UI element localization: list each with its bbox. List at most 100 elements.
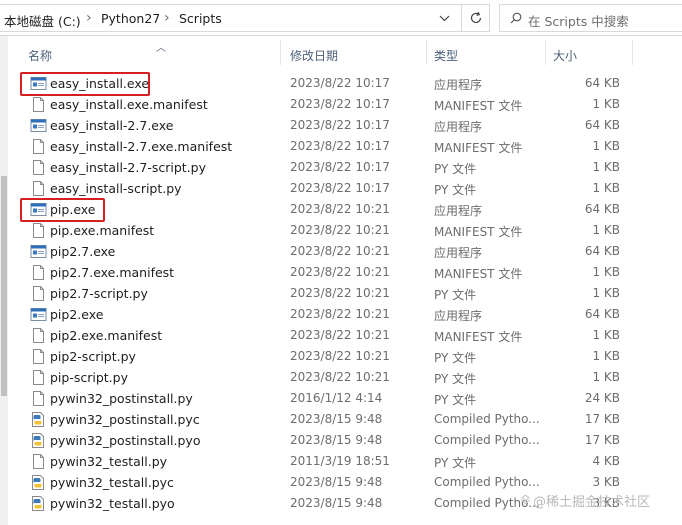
file-row[interactable]: pip-script.py 2023/8/22 10:21 PY 文件 1 KB: [8, 367, 682, 388]
file-name: pywin32_postinstall.pyo: [50, 433, 201, 448]
file-name: pywin32_postinstall.pyc: [50, 412, 200, 427]
refresh-icon[interactable]: [461, 4, 490, 32]
file-row[interactable]: pip2.7.exe.manifest 2023/8/22 10:21 MANIFE…: [8, 262, 682, 283]
file-modified-date: 2023/8/22 10:21: [290, 265, 390, 279]
exe-icon: [30, 306, 47, 323]
file-type: 应用程序: [434, 309, 483, 323]
file-type: Compiled Pytho...: [434, 412, 540, 426]
exe-icon: [30, 117, 47, 134]
file-modified-date: 2023/8/22 10:21: [290, 286, 390, 300]
python-compiled-icon: [30, 432, 47, 449]
file-type: PY 文件: [434, 372, 477, 386]
file-size: 4 KB: [592, 454, 620, 468]
file-size: 64 KB: [584, 244, 620, 258]
file-name: easy_install-2.7.exe.manifest: [50, 139, 233, 154]
file-row[interactable]: easy_install-2.7.exe 2023/8/22 10:17 应用程序 6…: [8, 115, 682, 136]
file-name: pip.exe.manifest: [50, 223, 155, 238]
file-modified-date: 2023/8/22 10:17: [290, 160, 390, 174]
file-modified-date: 2023/8/22 10:21: [290, 307, 390, 321]
file-modified-date: 2023/8/22 10:17: [290, 181, 390, 195]
file-type: Compiled Pytho...: [434, 433, 540, 447]
file-modified-date: 2023/8/22 10:21: [290, 244, 390, 258]
file-row[interactable]: pywin32_testall.pyc 2023/8/15 9:48 Compile…: [8, 472, 682, 493]
file-icon: [30, 222, 47, 239]
breadcrumb-scripts[interactable]: Scripts: [179, 11, 222, 26]
highlight-box: [20, 198, 105, 222]
juejin-logo-icon: [520, 494, 531, 505]
scrollbar-thumb[interactable]: [1, 176, 7, 396]
file-type: PY 文件: [434, 393, 477, 407]
file-type: 应用程序: [434, 78, 483, 92]
file-name: pywin32_testall.py: [50, 454, 168, 469]
file-type: 应用程序: [434, 120, 483, 134]
file-row[interactable]: easy_install-2.7.exe.manifest 2023/8/22 1…: [8, 136, 682, 157]
file-row[interactable]: pip.exe.manifest 2023/8/22 10:21 MANIFEST …: [8, 220, 682, 241]
file-size: 64 KB: [584, 307, 620, 321]
python-compiled-icon: [30, 495, 47, 512]
file-size: 1 KB: [592, 349, 620, 363]
file-type: PY 文件: [434, 456, 477, 470]
column-date[interactable]: 修改日期: [290, 47, 338, 64]
column-name[interactable]: 名称: [28, 47, 52, 64]
file-modified-date: 2011/3/19 18:51: [290, 454, 390, 468]
navigation-pane-scrollbar[interactable]: [0, 36, 8, 525]
file-row[interactable]: pip2.7.exe 2023/8/22 10:21 应用程序 64 KB: [8, 241, 682, 262]
sort-ascending-icon: ︿: [156, 43, 166, 54]
file-icon: [30, 327, 47, 344]
file-modified-date: 2023/8/22 10:21: [290, 370, 390, 384]
search-input[interactable]: 在 Scripts 中搜索: [499, 4, 682, 32]
file-name: pip2.7.exe.manifest: [50, 265, 175, 280]
file-row[interactable]: pip2.exe.manifest 2023/8/22 10:21 MANIFEST…: [8, 325, 682, 346]
file-row[interactable]: pywin32_postinstall.pyc 2023/8/15 9:48 Com…: [8, 409, 682, 430]
file-icon: [30, 159, 47, 176]
file-name: easy_install-2.7-script.py: [50, 160, 206, 175]
chevron-down-icon[interactable]: [430, 4, 458, 32]
file-size: 1 KB: [592, 160, 620, 174]
breadcrumb-drive[interactable]: 本地磁盘 (C:): [4, 11, 81, 30]
file-type: MANIFEST 文件: [434, 141, 523, 155]
file-row[interactable]: easy_install-script.py 2023/8/22 10:17 PY …: [8, 178, 682, 199]
file-type: PY 文件: [434, 183, 477, 197]
file-size: 24 KB: [584, 391, 620, 405]
column-header: ︿ 名称 修改日期 类型 大小: [8, 36, 682, 69]
file-size: 1 KB: [592, 223, 620, 237]
file-type: MANIFEST 文件: [434, 267, 523, 281]
file-modified-date: 2023/8/22 10:17: [290, 97, 390, 111]
file-size: 1 KB: [592, 328, 620, 342]
file-modified-date: 2023/8/22 10:21: [290, 202, 390, 216]
chevron-right-icon[interactable]: ›: [86, 10, 92, 26]
file-size: 1 KB: [592, 370, 620, 384]
column-divider[interactable]: [280, 40, 281, 65]
column-divider[interactable]: [545, 40, 546, 65]
file-row[interactable]: pip.exe 2023/8/22 10:21 应用程序 64 KB: [8, 199, 682, 220]
search-placeholder: 在 Scripts 中搜索: [528, 14, 629, 29]
column-size[interactable]: 大小: [553, 47, 577, 64]
file-row[interactable]: pip2-script.py 2023/8/22 10:21 PY 文件 1 KB: [8, 346, 682, 367]
file-size: 64 KB: [584, 76, 620, 90]
file-row[interactable]: easy_install.exe.manifest 2023/8/22 10:17…: [8, 94, 682, 115]
file-name: easy_install-2.7.exe: [50, 118, 174, 133]
breadcrumb-python27[interactable]: Python27: [101, 11, 160, 26]
file-modified-date: 2023/8/15 9:48: [290, 475, 383, 489]
file-icon: [30, 138, 47, 155]
file-row[interactable]: pip2.exe 2023/8/22 10:21 应用程序 64 KB: [8, 304, 682, 325]
column-divider[interactable]: [426, 40, 427, 65]
file-row[interactable]: pywin32_postinstall.pyo 2023/8/15 9:48 Com…: [8, 430, 682, 451]
file-modified-date: 2023/8/15 9:48: [290, 496, 383, 510]
column-type[interactable]: 类型: [434, 47, 458, 64]
file-type: 应用程序: [434, 246, 483, 260]
file-modified-date: 2023/8/22 10:17: [290, 76, 390, 90]
file-row[interactable]: easy_install-2.7-script.py 2023/8/22 10:1…: [8, 157, 682, 178]
chevron-right-icon[interactable]: ›: [164, 10, 170, 26]
file-row[interactable]: pip2.7-script.py 2023/8/22 10:21 PY 文件 1 KB: [8, 283, 682, 304]
file-modified-date: 2023/8/22 10:17: [290, 139, 390, 153]
file-icon: [30, 264, 47, 281]
file-row[interactable]: pywin32_testall.py 2011/3/19 18:51 PY 文件 4 …: [8, 451, 682, 472]
file-size: 17 KB: [584, 433, 620, 447]
breadcrumb[interactable]: 本地磁盘 (C:) › Python27 › Scripts: [0, 4, 490, 32]
file-size: 1 KB: [592, 97, 620, 111]
file-modified-date: 2016/1/12 4:14: [290, 391, 383, 405]
file-size: 64 KB: [584, 118, 620, 132]
column-divider[interactable]: [632, 40, 633, 65]
file-row[interactable]: pywin32_postinstall.py 2016/1/12 4:14 PY 文…: [8, 388, 682, 409]
